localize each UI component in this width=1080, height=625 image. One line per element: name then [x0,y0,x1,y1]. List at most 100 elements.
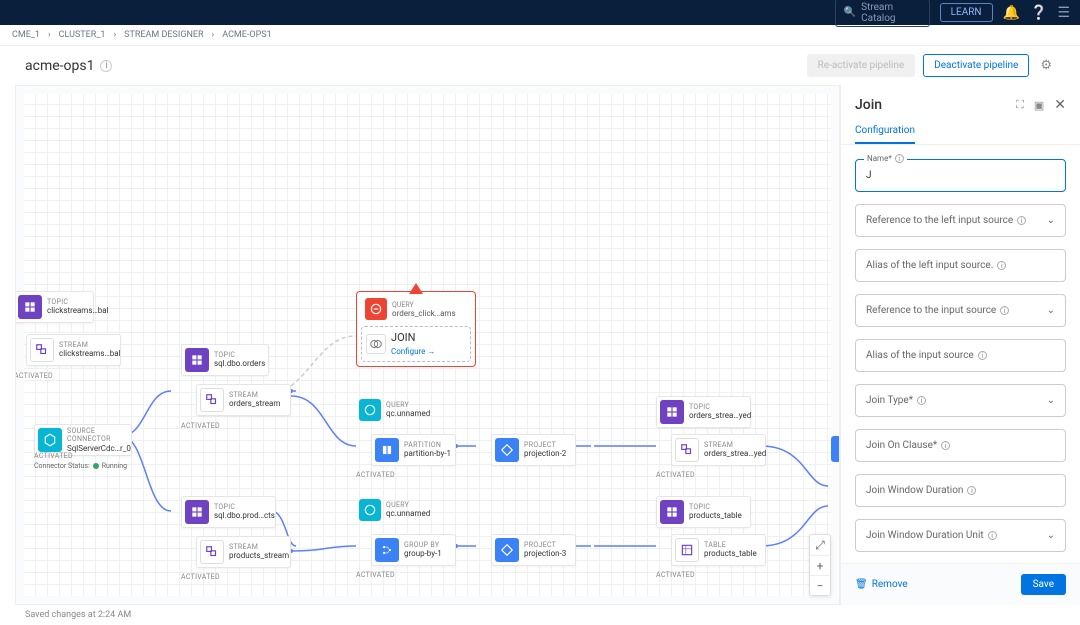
table-icon [675,538,699,562]
close-icon[interactable]: ✕ [1054,97,1066,113]
node-topic-orders-yed[interactable]: TOPICorders_strea…yed [656,396,751,428]
node-topic-products[interactable]: TOPICsql.dbo.prod…cts [181,496,276,528]
breadcrumb-item[interactable]: STREAM DESIGNER [124,30,203,40]
status-label: ACTIVATED [356,571,395,579]
left-ref-field[interactable]: Reference to the left input sourcei ⌄ [855,204,1066,237]
breadcrumb: CME_1› CLUSTER_1› STREAM DESIGNER› ACME-… [0,25,1080,46]
connector-icon [38,428,62,452]
info-icon[interactable]: i [1017,216,1026,225]
breadcrumb-item[interactable]: CME_1 [12,30,40,40]
trash-icon: 🗑 [855,579,868,590]
search-placeholder: Stream Catalog [861,2,921,24]
info-icon[interactable]: i [997,261,1006,270]
duration-field[interactable]: Join Window Durationi [855,474,1066,507]
project-icon [495,438,519,462]
status-label: ACTIVATED [356,471,395,479]
status-label: ACTIVATED [34,452,73,460]
join-icon [366,334,386,354]
info-icon[interactable]: i [967,486,976,495]
chevron-down-icon: ⌄ [1047,530,1055,541]
learn-button[interactable]: LEARN [940,3,993,22]
zoom-fit-button[interactable]: ⤢ [810,535,830,555]
bell-icon[interactable]: 🔔 [1003,5,1020,21]
node-query-error[interactable]: QUERYorders_click…ams JOINConfigure → [356,291,476,367]
node-topic-clickstreams[interactable]: TOPICclickstreams…bal [15,291,94,323]
info-icon[interactable]: i [917,396,926,405]
groupby-icon [375,538,399,562]
chevron-down-icon: ⌄ [1047,395,1055,406]
node-topic-orders[interactable]: TOPICsql.dbo.orders [181,344,269,376]
status-label: ACTIVATED [181,422,220,430]
name-input[interactable] [866,170,1055,181]
help-icon[interactable]: ❔ [1030,5,1047,21]
sidepanel-title: Join [855,97,882,113]
name-field[interactable]: Name*i [855,159,1066,192]
node-stream-clickstreams[interactable]: STREAMclickstreams…bal [26,334,121,366]
duration-unit-field[interactable]: Join Window Duration Uniti ⌄ [855,519,1066,552]
node-stream-orders[interactable]: STREAMorders_stream [196,384,291,416]
topic-icon [660,500,684,524]
tab-configuration[interactable]: Configuration [855,119,915,144]
ref-field[interactable]: Reference to the input sourcei ⌄ [855,294,1066,327]
stream-icon [200,388,224,412]
title-text: acme-ops1 [25,58,94,74]
project-icon [495,538,519,562]
node-projection-3[interactable]: PROJECTprojection-3 [491,534,576,566]
info-icon[interactable]: i [988,531,997,540]
footer-status: Saved changes at 2:24 AM [0,605,1080,625]
topic-icon [185,500,209,524]
join-on-field[interactable]: Join On Clause*i [855,429,1066,462]
node-stream-products[interactable]: STREAMproducts_stream [196,536,291,568]
warning-icon [409,283,423,294]
page-title: acme-ops1 i [25,58,112,74]
expand-icon[interactable]: ⛶ [1016,98,1024,112]
node-hidden [831,436,840,462]
gear-icon[interactable]: ⚙ [1037,55,1055,76]
pipeline-canvas[interactable]: TOPICclickstreams…bal STREAMclickstreams… [15,85,840,605]
chevron-down-icon: ⌄ [1047,305,1055,316]
breadcrumb-item[interactable]: ACME-OPS1 [222,30,271,40]
sidepanel-tabs: Configuration [841,119,1080,145]
deactivate-button[interactable]: Deactivate pipeline [923,54,1029,77]
topic-icon [660,400,684,424]
topic-icon [18,295,42,319]
status-label: ACTIVATED [656,471,695,479]
node-groupby[interactable]: GROUP BYgroup-by-1 [371,534,456,566]
zoom-in-button[interactable]: + [810,555,830,575]
node-table-products[interactable]: TABLEproducts_table [671,534,766,566]
node-projection-2[interactable]: PROJECTprojection-2 [491,434,576,466]
info-icon[interactable]: i [941,441,950,450]
remove-button[interactable]: 🗑 Remove [855,579,908,590]
node-stream-orders-yed[interactable]: STREAMorders_strea…yed [671,434,766,466]
reactivate-button: Re-activate pipeline [807,54,916,77]
query-icon-error [365,298,387,320]
status-label: ACTIVATED [656,571,695,579]
info-icon[interactable]: i [100,60,112,72]
query-icon [359,499,381,521]
node-partition[interactable]: PARTITIONpartition-by-1 [371,434,456,466]
save-button[interactable]: Save [1021,574,1066,595]
status-dot-icon [93,463,99,469]
alias-field[interactable]: Alias of the input sourcei [855,339,1066,372]
node-query-header-2: QUERYqc.unnamed [356,496,436,524]
menu-icon[interactable]: ☰ [1057,5,1070,21]
breadcrumb-item[interactable]: CLUSTER_1 [59,30,106,40]
pin-icon[interactable]: ▣ [1034,99,1044,112]
status-label: ACTIVATED [15,372,53,380]
partition-icon [375,438,399,462]
zoom-out-button[interactable]: − [810,575,830,595]
stream-icon [200,540,224,564]
configure-link[interactable]: Configure → [391,347,435,356]
join-type-field[interactable]: Join Type*i ⌄ [855,384,1066,417]
query-icon [359,399,381,421]
left-alias-field[interactable]: Alias of the left input source.i [855,249,1066,282]
sidepanel: Join ⛶ ▣ ✕ Configuration Name*i Referenc… [840,85,1080,605]
info-icon[interactable]: i [978,351,987,360]
node-topic-products-table[interactable]: TOPICproducts_table [656,496,751,528]
zoom-control: ⤢ + − [809,534,831,596]
info-icon[interactable]: i [895,154,904,163]
stream-icon [675,438,699,462]
stream-icon [30,338,54,362]
info-icon[interactable]: i [1000,306,1009,315]
search-box[interactable]: 🔍 Stream Catalog [835,0,930,27]
